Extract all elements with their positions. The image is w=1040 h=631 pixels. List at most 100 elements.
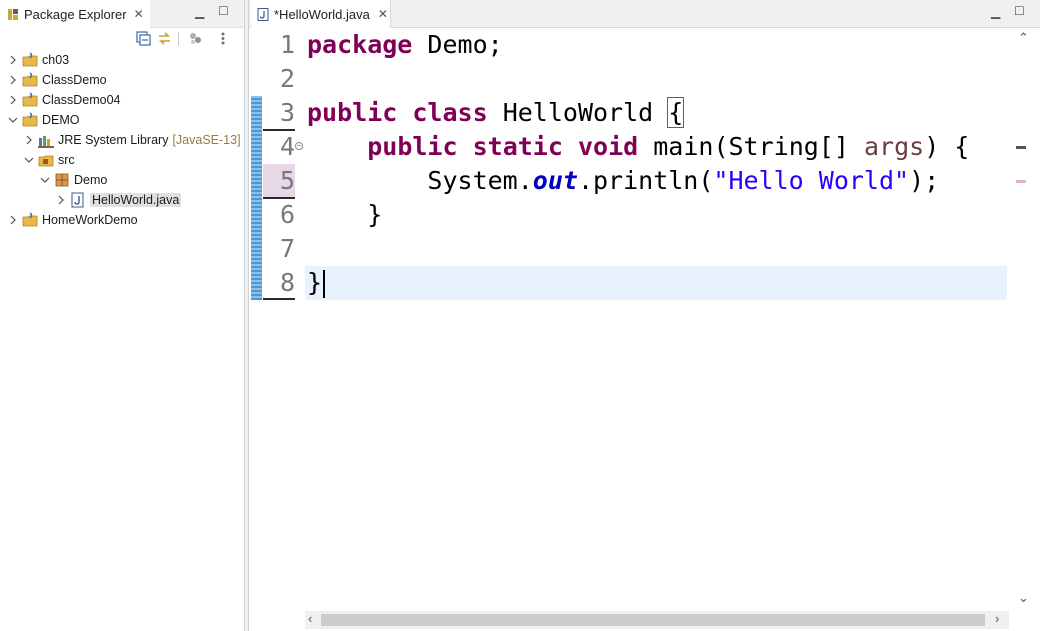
minimize-icon[interactable]: ▁	[195, 5, 204, 19]
diff-marker-line	[263, 298, 295, 300]
java-file-icon	[71, 192, 84, 208]
diff-marker-line	[263, 129, 295, 131]
code-text: .println(	[577, 166, 714, 195]
code-line-1: package Demo;	[307, 28, 503, 62]
static-field: out	[532, 166, 578, 195]
line-number: 4	[279, 132, 295, 161]
chevron-right-icon[interactable]	[24, 135, 34, 145]
overview-ruler[interactable]: ⌃ ⌄	[1008, 28, 1040, 613]
java-project-icon	[22, 112, 38, 127]
diff-marker-line	[263, 197, 295, 199]
tree-item-classdemo04[interactable]: ClassDemo04	[8, 90, 121, 110]
chevron-down-icon[interactable]	[8, 115, 18, 125]
eclipse-window: Package Explorer ✕ ▁ ☐ ch03 ClassDemo Cl…	[0, 0, 1040, 631]
code-text: Demo;	[412, 30, 503, 59]
quick-diff-bar	[251, 96, 262, 300]
code-text: );	[909, 166, 940, 195]
current-line-highlight	[305, 266, 1007, 300]
chevron-right-icon[interactable]	[56, 195, 66, 205]
java-project-icon	[22, 212, 38, 227]
code-area[interactable]: package Demo; public class HelloWorld { …	[305, 28, 1007, 613]
library-icon	[38, 136, 54, 148]
line-number: 5	[263, 164, 295, 198]
tree-item-src[interactable]: src	[24, 150, 75, 170]
keyword: static	[472, 132, 563, 161]
code-text: ) {	[924, 132, 970, 161]
keyword: public	[367, 132, 458, 161]
tree-item-ch03[interactable]: ch03	[8, 50, 69, 70]
java-file-icon	[257, 7, 269, 21]
keyword: void	[577, 132, 639, 161]
close-icon[interactable]: ✕	[378, 7, 388, 21]
tree-item-label: JRE System Library	[58, 133, 169, 147]
line-number: 8	[279, 268, 295, 297]
maximize-icon[interactable]: ☐	[1014, 4, 1025, 18]
source-folder-icon	[38, 155, 54, 167]
link-with-editor-icon[interactable]	[157, 31, 172, 46]
editor-tab-label: *HelloWorld.java	[274, 6, 370, 22]
chevron-down-icon[interactable]	[24, 155, 34, 165]
package-explorer-tabbar: Package Explorer ✕ ▁ ☐	[0, 0, 244, 28]
line-number: 7	[279, 234, 295, 263]
chevron-right-icon[interactable]	[8, 75, 18, 85]
code-line-6: }	[307, 198, 382, 232]
package-explorer-toolbar	[0, 28, 245, 50]
tree-item-demo-project[interactable]: DEMO	[8, 110, 80, 130]
tree-item-classdemo[interactable]: ClassDemo	[8, 70, 107, 90]
line-number: 6	[279, 200, 295, 229]
code-line-8: }	[307, 266, 326, 300]
collapse-all-icon[interactable]	[136, 31, 151, 46]
text-caret	[323, 270, 326, 298]
package-icon	[55, 173, 69, 187]
editor-tab-helloworld[interactable]: *HelloWorld.java ✕	[251, 0, 391, 28]
error-marker[interactable]	[1016, 146, 1026, 149]
package-explorer-view: Package Explorer ✕ ▁ ☐ ch03 ClassDemo Cl…	[0, 0, 245, 631]
line-number-ruler: 1 2 3 4 5 6 7 8 −	[249, 28, 303, 613]
tree-item-jre-library[interactable]: JRE System Library [JavaSE-13]	[24, 130, 241, 150]
code-text: HelloWorld	[487, 98, 669, 127]
package-explorer-tab[interactable]: Package Explorer ✕	[0, 0, 150, 28]
code-text: main(String[]	[638, 132, 864, 161]
close-icon[interactable]: ✕	[134, 7, 144, 21]
chevron-down-icon[interactable]	[40, 175, 50, 185]
scrollbar-thumb[interactable]	[321, 614, 985, 626]
focus-icon[interactable]	[188, 31, 203, 46]
java-editor: *HelloWorld.java ✕ ▁ ☐ 1 2 3 4 5 6 7 8 −…	[248, 0, 1040, 631]
tree-item-label: src	[58, 153, 75, 167]
chevron-right-icon[interactable]	[8, 55, 18, 65]
string-literal: "Hello World"	[713, 166, 910, 195]
chevron-right-icon[interactable]	[8, 215, 18, 225]
scroll-down-icon[interactable]: ⌄	[1018, 590, 1029, 606]
line-number: 3	[279, 98, 295, 127]
tree-item-homeworkdemo[interactable]: HomeWorkDemo	[8, 210, 138, 230]
package-explorer-title: Package Explorer	[24, 6, 127, 22]
line-number: 2	[279, 64, 295, 93]
tree-item-label: HelloWorld.java	[90, 193, 182, 207]
keyword: package	[307, 30, 413, 59]
tree-item-label: DEMO	[42, 113, 80, 127]
tree-item-label: HomeWorkDemo	[42, 213, 138, 227]
scroll-left-icon[interactable]: ‹	[308, 611, 312, 626]
horizontal-scrollbar[interactable]: ‹ ›	[305, 611, 1009, 629]
scroll-right-icon[interactable]: ›	[995, 611, 999, 626]
jre-version-decoration: [JavaSE-13]	[172, 133, 241, 147]
chevron-right-icon[interactable]	[8, 95, 18, 105]
occurrence-marker[interactable]	[1016, 180, 1026, 183]
line-number: 1	[279, 30, 295, 59]
view-menu-icon[interactable]	[216, 31, 231, 46]
tree-item-label: Demo	[74, 173, 108, 187]
java-project-icon	[22, 72, 38, 87]
scroll-up-icon[interactable]: ⌃	[1018, 30, 1029, 46]
tree-item-demo-package[interactable]: Demo	[40, 170, 107, 190]
minimize-icon[interactable]: ▁	[991, 5, 1000, 19]
maximize-icon[interactable]: ☐	[218, 4, 229, 18]
keyword: public	[307, 98, 398, 127]
tree-item-label: ClassDemo04	[42, 93, 121, 107]
fold-collapse-icon[interactable]: −	[295, 142, 303, 150]
tree-item-helloworld-java[interactable]: HelloWorld.java	[56, 190, 182, 210]
code-text: System.	[427, 166, 533, 195]
code-text: }	[307, 268, 323, 297]
toolbar-separator	[178, 32, 179, 46]
tree-item-label: ch03	[42, 53, 70, 67]
package-explorer-icon	[8, 8, 18, 20]
